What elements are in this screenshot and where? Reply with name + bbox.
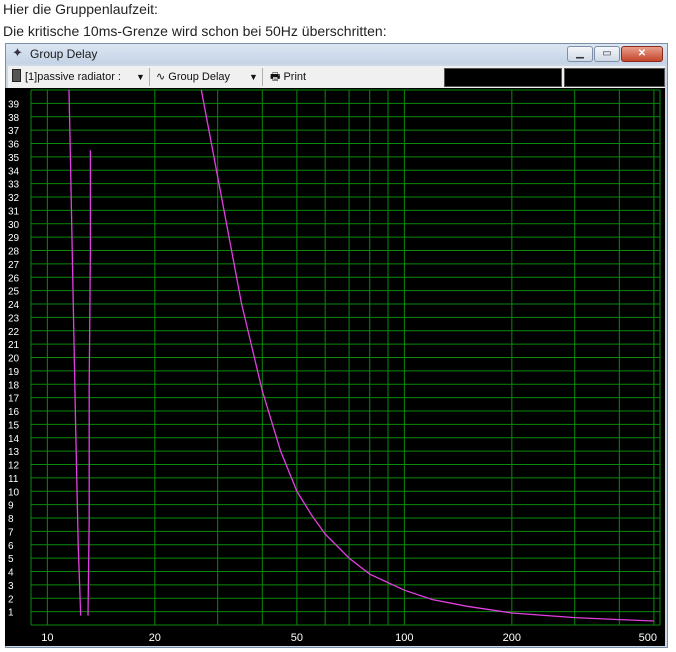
toolbar-separator [149, 68, 150, 86]
y-tick-label: 14 [8, 434, 20, 445]
y-tick-label: 6 [8, 541, 14, 552]
minimize-button[interactable]: ▁ [567, 46, 593, 62]
readout-display-2 [564, 68, 665, 87]
y-tick-label: 7 [8, 527, 14, 538]
view-select-dropdown-arrow[interactable]: ▼ [249, 68, 258, 86]
driver-select[interactable]: [1]passive radiator : [12, 68, 121, 86]
y-tick-label: 23 [8, 313, 20, 324]
y-tick-label: 3 [8, 581, 14, 592]
y-tick-label: 5 [8, 554, 14, 565]
readout-display-1 [444, 68, 562, 87]
y-tick-label: 2 [8, 594, 14, 605]
y-tick-label: 19 [8, 367, 20, 378]
window-title: Group Delay [30, 47, 98, 61]
y-tick-label: 13 [8, 447, 20, 458]
view-select-label: Group Delay [168, 71, 231, 83]
y-tick-label: 8 [8, 514, 14, 525]
y-tick-label: 15 [8, 420, 20, 431]
view-select[interactable]: ∿ Group Delay [156, 68, 230, 86]
close-icon: ✕ [637, 48, 647, 59]
maximize-icon: ▭ [602, 48, 612, 59]
printer-icon: 🖶 [270, 71, 281, 83]
chevron-down-icon: ▼ [136, 72, 145, 82]
y-tick-label: 26 [8, 273, 20, 284]
speaker-icon [12, 69, 21, 82]
x-tick-label: 500 [639, 632, 657, 644]
y-tick-label: 36 [8, 140, 20, 151]
y-tick-label: 11 [8, 474, 19, 485]
y-tick-label: 28 [8, 247, 20, 258]
toolbar: [1]passive radiator : ▼ ∿ Group Delay ▼ … [8, 66, 665, 89]
intro-text-line-2: Die kritische 10ms-Grenze wird schon bei… [3, 23, 387, 39]
y-tick-label: 38 [8, 113, 20, 124]
y-tick-label: 37 [8, 126, 20, 137]
y-tick-label: 16 [8, 407, 20, 418]
minimize-icon: ▁ [576, 48, 584, 59]
group-delay-plot[interactable]: 1234567891011121314151617181920212223242… [5, 88, 665, 646]
y-tick-label: 21 [8, 340, 20, 351]
intro-text-line-1: Hier die Gruppenlaufzeit: [3, 1, 158, 17]
y-tick-label: 35 [8, 153, 20, 164]
y-tick-label: 1 [8, 608, 14, 619]
y-tick-label: 27 [8, 260, 20, 271]
x-tick-label: 10 [41, 632, 53, 644]
y-tick-label: 34 [8, 166, 20, 177]
toolbar-separator [262, 68, 263, 86]
print-button-label: Print [283, 71, 307, 83]
y-tick-label: 29 [8, 233, 20, 244]
crosshair-icon: ✦ [12, 45, 23, 60]
y-tick-label: 39 [8, 99, 20, 110]
y-tick-label: 32 [8, 193, 20, 204]
x-tick-label: 20 [149, 632, 161, 644]
y-tick-label: 9 [8, 501, 14, 512]
plot-grid [30, 89, 661, 626]
y-tick-label: 20 [8, 354, 20, 365]
chevron-down-icon: ▼ [249, 72, 258, 82]
x-tick-label: 100 [395, 632, 413, 644]
x-tick-label: 50 [291, 632, 303, 644]
y-tick-label: 25 [8, 287, 20, 298]
y-tick-label: 30 [8, 220, 20, 231]
y-tick-label: 17 [8, 394, 20, 405]
y-tick-label: 12 [8, 461, 20, 472]
y-tick-label: 22 [8, 327, 20, 338]
waveform-icon: ∿ [156, 71, 166, 83]
maximize-button[interactable]: ▭ [594, 46, 620, 62]
print-button[interactable]: 🖶 Print [270, 68, 306, 86]
y-tick-label: 33 [8, 180, 20, 191]
y-tick-label: 24 [8, 300, 20, 311]
y-tick-label: 10 [8, 487, 20, 498]
y-tick-label: 4 [8, 568, 14, 579]
driver-select-label: [1]passive radiator : [25, 71, 121, 83]
close-button[interactable]: ✕ [621, 46, 663, 62]
y-tick-label: 18 [8, 380, 20, 391]
driver-select-dropdown-arrow[interactable]: ▼ [136, 68, 145, 86]
plot-background [5, 88, 665, 646]
y-tick-label: 31 [8, 206, 20, 217]
window-titlebar[interactable]: ✦ Group Delay ▁ ▭ ✕ [6, 44, 667, 64]
x-tick-label: 200 [503, 632, 521, 644]
